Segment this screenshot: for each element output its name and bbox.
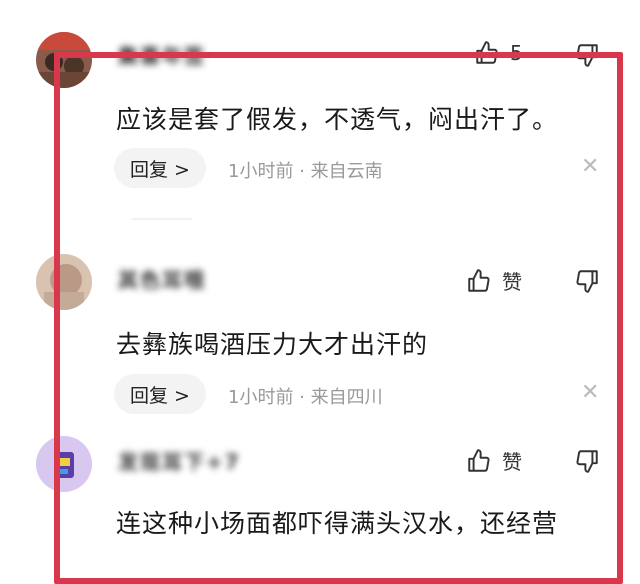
comment-text: 应该是套了假发，不透气，闷出汗了。 [116, 105, 559, 134]
username[interactable]: 集喜年签 [118, 40, 206, 68]
avatar[interactable] [36, 254, 92, 310]
like-label: 赞 [502, 450, 522, 474]
comment-text: 去彝族喝酒压力大才出汗的 [116, 330, 429, 359]
like-count: 5 [510, 41, 523, 65]
avatar[interactable] [36, 436, 92, 492]
reply-button[interactable]: 回复 > [114, 374, 206, 414]
close-icon[interactable]: ✕ [581, 156, 599, 178]
thumbs-down-icon[interactable] [574, 42, 600, 68]
username[interactable]: 其色耳哦 [118, 264, 206, 292]
avatar[interactable] [36, 32, 92, 88]
divider [132, 218, 192, 220]
comment-meta: 1小时前 · 来自四川 [228, 387, 383, 408]
thumbs-down-icon[interactable] [574, 268, 600, 294]
username[interactable]: 发现耳下+7 [118, 446, 241, 474]
close-icon[interactable]: ✕ [581, 382, 599, 404]
comment-meta: 1小时前 · 来自云南 [228, 161, 383, 182]
thumbs-up-icon [466, 268, 492, 294]
thumbs-down-icon[interactable] [574, 448, 600, 474]
like-button[interactable]: 赞 [466, 446, 522, 475]
like-button[interactable]: 5 [474, 40, 523, 66]
reply-button[interactable]: 回复 > [114, 148, 206, 188]
like-label: 赞 [502, 270, 522, 294]
thumbs-up-icon [466, 448, 492, 474]
comment-text: 连这种小场面都吓得满头汉水，还经营 [116, 509, 559, 538]
like-button[interactable]: 赞 [466, 266, 522, 295]
thumbs-up-icon [474, 40, 500, 66]
